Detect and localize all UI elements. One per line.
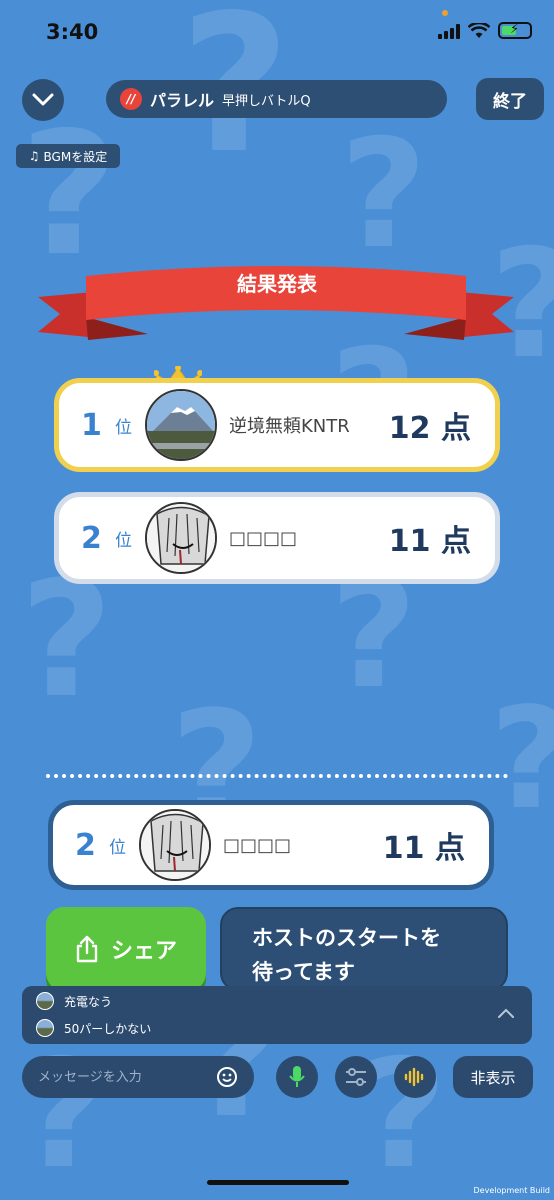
cellular-signal-icon (438, 23, 460, 39)
chat-message: 50パーしかない (36, 1019, 151, 1037)
result-row-second: 2 位 □□□□ 11 点 (54, 492, 500, 584)
development-build-label: Development Build (473, 1186, 550, 1195)
rank-unit: 位 (109, 837, 126, 858)
privacy-indicator-dot (442, 10, 448, 16)
rank-number: 2 (75, 827, 96, 863)
chat-log[interactable]: 充電なう 50パーしかない (22, 986, 532, 1044)
avatar (145, 502, 217, 574)
battery-icon: ⚡ (498, 22, 532, 39)
microphone-icon (289, 1066, 305, 1087)
result-row-first: 1 位 逆境無頼KNTR 12 点 (54, 378, 500, 472)
voice-level-button[interactable] (394, 1056, 436, 1098)
game-title-pill: // パラレル 早押しバトルQ (106, 80, 447, 118)
wifi-icon (468, 22, 490, 38)
end-button[interactable]: 終了 (476, 78, 544, 120)
share-icon (76, 935, 98, 963)
rank-unit: 位 (115, 530, 132, 551)
bgm-settings-label: BGMを設定 (43, 149, 108, 164)
hide-button[interactable]: 非表示 (453, 1056, 533, 1098)
bg-question-mark: ? (490, 690, 554, 830)
game-mode-title: パラレル (150, 91, 215, 110)
status-icons: ⚡ (438, 22, 532, 39)
results-banner-title: 結果発表 (237, 272, 317, 296)
chat-avatar (36, 992, 54, 1010)
chat-message-text: 充電なう (64, 994, 113, 1009)
player-name: □□□□ (229, 527, 298, 549)
microphone-button[interactable] (276, 1056, 318, 1098)
audio-wave-icon (404, 1067, 424, 1087)
bg-question-mark: ? (20, 546, 113, 733)
emoji-icon[interactable] (216, 1066, 238, 1088)
result-row-self: 2 位 □□□□ 11 点 (48, 800, 494, 890)
waiting-line-2: 待ってます (252, 960, 355, 984)
music-note-icon: ♫ (28, 149, 40, 163)
player-name: □□□□ (223, 834, 292, 856)
waiting-line-1: ホストのスタートを (252, 926, 441, 950)
results-divider (46, 774, 508, 778)
bgm-settings-button[interactable]: ♫ BGMを設定 (16, 144, 120, 168)
avatar (145, 389, 217, 461)
avatar (139, 809, 211, 881)
chat-message: 充電なう (36, 992, 112, 1010)
home-indicator[interactable] (207, 1180, 349, 1185)
rank-number: 2 (81, 520, 102, 556)
rank-unit: 位 (115, 417, 132, 438)
chat-avatar (36, 1019, 54, 1037)
player-score: 11 点 (388, 524, 471, 559)
bg-question-mark: ? (20, 96, 119, 294)
chevron-down-icon (32, 93, 54, 106)
app-logo-icon: // (120, 88, 142, 110)
settings-sliders-button[interactable] (335, 1056, 377, 1098)
share-button[interactable]: シェア (46, 907, 206, 991)
chevron-up-icon[interactable] (496, 1004, 516, 1024)
player-name: 逆境無頼KNTR (229, 416, 350, 437)
collapse-button[interactable] (22, 79, 64, 121)
status-time: 3:40 (46, 20, 99, 44)
player-score: 12 点 (388, 411, 471, 446)
game-name: 早押しバトルQ (222, 93, 311, 109)
bg-question-mark: ? (340, 108, 428, 282)
chat-message-text: 50パーしかない (64, 1021, 152, 1036)
rank-number: 1 (81, 407, 102, 443)
share-label: シェア (110, 939, 177, 964)
sliders-icon (346, 1068, 366, 1086)
player-score: 11 点 (382, 831, 465, 866)
waiting-for-host-message: ホストのスタートを 待ってます (220, 907, 508, 991)
